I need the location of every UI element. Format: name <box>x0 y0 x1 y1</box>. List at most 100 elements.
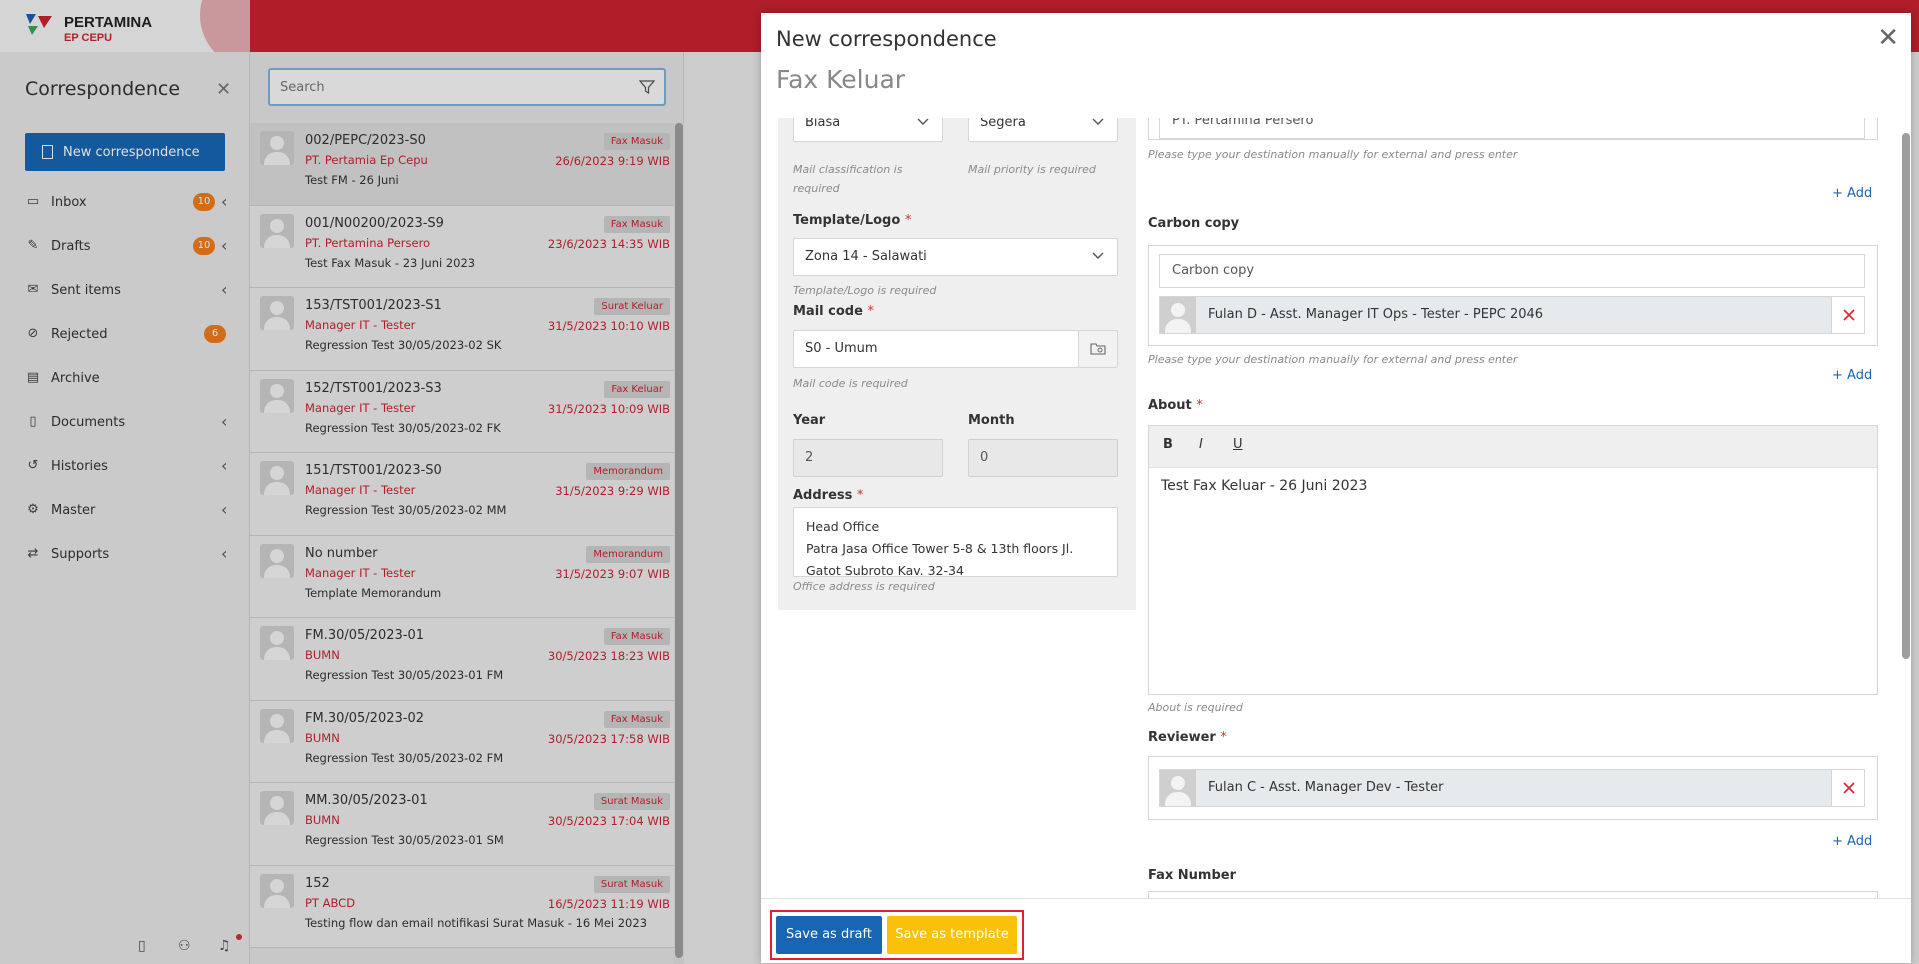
remove-cc-button[interactable] <box>1831 297 1864 333</box>
sidebar-item-drafts[interactable]: ✎ Drafts 10 ‹ <box>0 224 250 268</box>
mail-number: FM.30/05/2023-01 <box>305 628 424 643</box>
save-as-template-button[interactable]: Save as template <box>887 916 1017 954</box>
destination-input[interactable]: PT. Pertamina Persero <box>1159 118 1865 139</box>
inbox-icon: ▭ <box>26 194 40 209</box>
sidebar-item-label: Documents <box>51 414 126 430</box>
chevron-left-icon: ‹ <box>221 456 228 475</box>
cc-recipient-chip: Fulan D - Asst. Manager IT Ops - Tester … <box>1159 296 1865 334</box>
template-hint: Template/Logo is required <box>793 284 937 297</box>
sidebar-item-sent[interactable]: ✉ Sent items ‹ <box>0 268 250 312</box>
mail-sender: BUMN <box>305 730 340 745</box>
sidebar-item-rejected[interactable]: ⊘ Rejected 6 <box>0 312 250 356</box>
mail-subject: Testing flow dan email notifikasi Surat … <box>305 915 648 930</box>
list-item[interactable]: MM.30/05/2023-01 BUMN Regression Test 30/0… <box>250 783 674 866</box>
close-icon[interactable]: ✕ <box>1877 25 1899 51</box>
avatar <box>1160 770 1196 806</box>
priority-value: Segera <box>980 118 1026 130</box>
year-input[interactable]: 2 <box>793 439 943 477</box>
chevron-down-icon <box>1092 118 1104 125</box>
mail-number: 152 <box>305 875 330 891</box>
template-select[interactable]: Zona 14 - Salawati <box>793 238 1118 276</box>
fax-number-input[interactable] <box>1148 891 1878 898</box>
sidebar-item-inbox[interactable]: ▭ Inbox 10 ‹ <box>0 180 250 224</box>
bold-button[interactable]: B <box>1163 437 1173 452</box>
priority-select[interactable]: Segera <box>968 118 1118 142</box>
avatar <box>260 708 294 743</box>
mail-sender: Manager IT - Tester <box>305 318 416 332</box>
chevron-down-icon <box>917 118 929 125</box>
mail-number: 001/N00200/2023-S9 <box>305 215 444 231</box>
modal-scrollbar[interactable] <box>1901 133 1911 659</box>
month-input[interactable]: 0 <box>968 439 1118 477</box>
user-settings-icon[interactable]: ⚇ <box>178 938 191 954</box>
mail-type-badge: Fax Masuk <box>603 710 670 728</box>
sidebar-item-documents[interactable]: ▯ Documents ‹ <box>0 400 250 444</box>
sidebar-item-label: Archive <box>51 370 100 386</box>
modal-footer: Save as draft Save as template <box>761 898 1911 963</box>
mail-date: 30/5/2023 17:04 WIB <box>547 814 670 828</box>
save-as-draft-button[interactable]: Save as draft <box>776 916 882 954</box>
mail-subject: Regression Test 30/05/2023-01 SM <box>305 833 504 847</box>
year-label: Year <box>793 413 826 428</box>
sidebar-item-histories[interactable]: ↺ Histories ‹ <box>0 444 250 488</box>
master-icon: ⚙ <box>27 502 39 517</box>
mail-type-badge: Fax Masuk <box>603 215 670 233</box>
scrollbar-thumb[interactable] <box>675 123 683 958</box>
list-item[interactable]: FM.30/05/2023-01 BUMN Regression Test 30/0… <box>250 618 674 701</box>
cc-input[interactable]: Carbon copy <box>1159 254 1865 288</box>
list-item[interactable]: 002/PEPC/2023-S0 PT. Pertamia Ep Cepu Test… <box>250 123 674 206</box>
list-item[interactable]: No number Manager IT - Tester Template Mem… <box>250 535 674 618</box>
about-editor[interactable]: B I U Test Fax Keluar - 26 Juni 2023 <box>1148 425 1878 695</box>
document-icon[interactable]: ▯ <box>138 938 146 954</box>
mail-date: 30/5/2023 17:58 WIB <box>547 731 670 746</box>
mail-code-input[interactable]: S0 - Umum <box>793 330 1079 368</box>
list-item[interactable]: 001/N00200/2023-S9 PT. Pertamina Persero T… <box>250 205 674 288</box>
sidebar-item-label: Rejected <box>51 326 108 342</box>
inbox-count-badge: 10 <box>193 193 215 211</box>
brand-decoration <box>200 0 250 52</box>
list-item[interactable]: FM.30/05/2023-02 BUMN Regression Test 30/0… <box>250 700 674 783</box>
brand-area: PERTAMINA EP CEPU <box>0 0 250 52</box>
add-reviewer-button[interactable]: + Add <box>1832 834 1872 849</box>
cc-box: Carbon copy Fulan D - Asst. Manager IT O… <box>1148 245 1878 346</box>
sidebar-footer: ▯ ⚇ ♫ <box>0 928 250 964</box>
bell-icon[interactable]: ♫ <box>218 938 231 954</box>
reviewer-name: Fulan C - Asst. Manager Dev - Tester <box>1208 780 1444 795</box>
sidebar-item-supports[interactable]: ⇄ Supports ‹ <box>0 532 250 576</box>
underline-button[interactable]: U <box>1233 437 1243 452</box>
new-correspondence-button[interactable]: New correspondence <box>25 133 225 171</box>
cc-recipient-name: Fulan D - Asst. Manager IT Ops - Tester … <box>1208 307 1544 322</box>
mail-number: FM.30/05/2023-02 <box>305 710 424 726</box>
mail-number: 153/TST001/2023-S1 <box>305 298 442 313</box>
chevron-left-icon: ‹ <box>221 280 228 299</box>
list-item[interactable]: 151/TST001/2023-S0 Manager IT - Tester Reg… <box>250 453 674 536</box>
list-scrollbar[interactable] <box>674 123 684 964</box>
mail-number: 152/TST001/2023-S3 <box>305 380 442 396</box>
mail-subject: Template Memorandum <box>305 585 442 600</box>
sidebar-item-archive[interactable]: ▤ Archive <box>0 356 250 400</box>
list-item[interactable]: 153/TST001/2023-S1 Manager IT - Tester Reg… <box>250 288 674 371</box>
italic-button[interactable]: I <box>1199 437 1203 452</box>
address-textarea[interactable]: Head Office Patra Jasa Office Tower 5-8 … <box>793 507 1118 577</box>
mail-date: 26/6/2023 9:19 WIB <box>555 154 670 168</box>
modal-title: New correspondence <box>776 27 997 51</box>
sidebar-close-icon[interactable]: ✕ <box>216 79 231 100</box>
list-item[interactable]: 152/TST001/2023-S3 Manager IT - Tester Reg… <box>250 370 674 453</box>
add-destination-button[interactable]: + Add <box>1832 186 1872 201</box>
template-value: Zona 14 - Salawati <box>805 249 927 264</box>
classification-select[interactable]: Biasa <box>793 118 943 142</box>
mail-sender: PT ABCD <box>305 895 356 910</box>
scrollbar-thumb[interactable] <box>1902 133 1910 659</box>
remove-reviewer-button[interactable] <box>1831 770 1864 806</box>
brand-name: PERTAMINA <box>64 14 153 31</box>
add-cc-button[interactable]: + Add <box>1832 368 1872 383</box>
mail-code-picker-button[interactable] <box>1078 330 1118 368</box>
search-input[interactable] <box>270 70 664 104</box>
list-item[interactable]: 152 PT ABCD Testing flow dan email notifik… <box>250 865 674 948</box>
sidebar-item-master[interactable]: ⚙ Master ‹ <box>0 488 250 532</box>
close-icon <box>1843 309 1855 321</box>
mail-subject: Regression Test 30/05/2023-02 SK <box>305 338 502 352</box>
editor-toolbar: B I U <box>1149 426 1877 468</box>
avatar <box>260 461 294 495</box>
filter-icon[interactable] <box>639 79 655 95</box>
